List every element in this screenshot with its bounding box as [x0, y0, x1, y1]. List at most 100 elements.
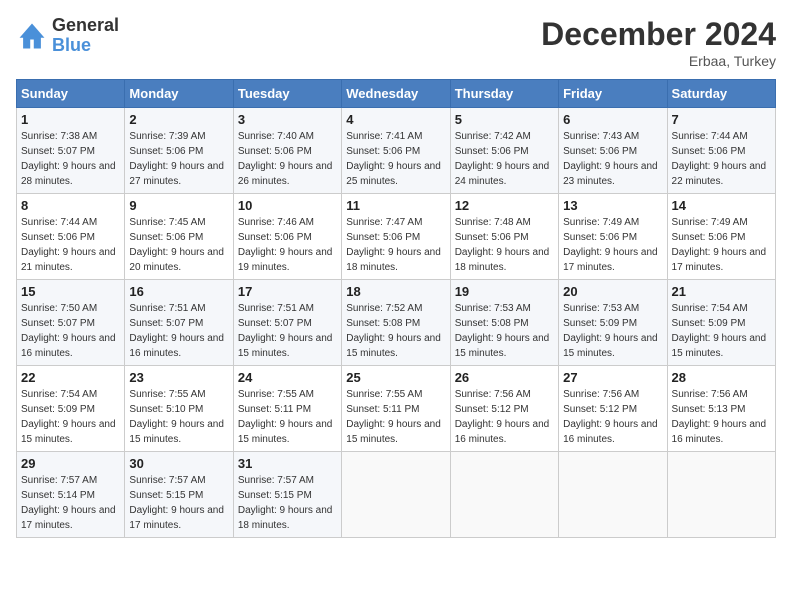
day-number: 2 — [129, 112, 228, 127]
day-number: 28 — [672, 370, 771, 385]
day-number: 10 — [238, 198, 337, 213]
day-info: Sunrise: 7:53 AMSunset: 5:08 PMDaylight:… — [455, 303, 550, 359]
day-info: Sunrise: 7:56 AMSunset: 5:12 PMDaylight:… — [455, 389, 550, 445]
logo-line2: Blue — [52, 36, 119, 56]
day-number: 22 — [21, 370, 120, 385]
day-info: Sunrise: 7:49 AMSunset: 5:06 PMDaylight:… — [672, 217, 767, 273]
calendar-week-row: 8 Sunrise: 7:44 AMSunset: 5:06 PMDayligh… — [17, 194, 776, 280]
day-number: 30 — [129, 456, 228, 471]
calendar-day-cell — [342, 452, 450, 538]
calendar-day-cell — [450, 452, 558, 538]
calendar-day-cell: 7 Sunrise: 7:44 AMSunset: 5:06 PMDayligh… — [667, 108, 775, 194]
calendar-day-cell: 3 Sunrise: 7:40 AMSunset: 5:06 PMDayligh… — [233, 108, 341, 194]
calendar-week-row: 22 Sunrise: 7:54 AMSunset: 5:09 PMDaylig… — [17, 366, 776, 452]
day-info: Sunrise: 7:54 AMSunset: 5:09 PMDaylight:… — [672, 303, 767, 359]
calendar-day-cell: 23 Sunrise: 7:55 AMSunset: 5:10 PMDaylig… — [125, 366, 233, 452]
day-number: 25 — [346, 370, 445, 385]
day-info: Sunrise: 7:38 AMSunset: 5:07 PMDaylight:… — [21, 131, 116, 187]
day-number: 26 — [455, 370, 554, 385]
day-number: 31 — [238, 456, 337, 471]
day-info: Sunrise: 7:57 AMSunset: 5:14 PMDaylight:… — [21, 475, 116, 531]
day-number: 18 — [346, 284, 445, 299]
calendar-day-cell: 5 Sunrise: 7:42 AMSunset: 5:06 PMDayligh… — [450, 108, 558, 194]
day-number: 27 — [563, 370, 662, 385]
weekday-header: Thursday — [450, 80, 558, 108]
calendar-day-cell: 15 Sunrise: 7:50 AMSunset: 5:07 PMDaylig… — [17, 280, 125, 366]
day-info: Sunrise: 7:53 AMSunset: 5:09 PMDaylight:… — [563, 303, 658, 359]
weekday-header: Friday — [559, 80, 667, 108]
calendar-day-cell: 4 Sunrise: 7:41 AMSunset: 5:06 PMDayligh… — [342, 108, 450, 194]
day-number: 11 — [346, 198, 445, 213]
weekday-header: Saturday — [667, 80, 775, 108]
location: Erbaa, Turkey — [541, 53, 776, 69]
logo-text: General Blue — [52, 16, 119, 56]
day-number: 12 — [455, 198, 554, 213]
calendar-day-cell: 27 Sunrise: 7:56 AMSunset: 5:12 PMDaylig… — [559, 366, 667, 452]
weekday-header: Tuesday — [233, 80, 341, 108]
calendar-day-cell: 14 Sunrise: 7:49 AMSunset: 5:06 PMDaylig… — [667, 194, 775, 280]
calendar-day-cell: 11 Sunrise: 7:47 AMSunset: 5:06 PMDaylig… — [342, 194, 450, 280]
weekday-header: Sunday — [17, 80, 125, 108]
day-info: Sunrise: 7:44 AMSunset: 5:06 PMDaylight:… — [21, 217, 116, 273]
logo-line1: General — [52, 16, 119, 36]
calendar-day-cell: 12 Sunrise: 7:48 AMSunset: 5:06 PMDaylig… — [450, 194, 558, 280]
day-info: Sunrise: 7:39 AMSunset: 5:06 PMDaylight:… — [129, 131, 224, 187]
day-info: Sunrise: 7:45 AMSunset: 5:06 PMDaylight:… — [129, 217, 224, 273]
calendar-day-cell: 18 Sunrise: 7:52 AMSunset: 5:08 PMDaylig… — [342, 280, 450, 366]
day-number: 21 — [672, 284, 771, 299]
title-block: December 2024 Erbaa, Turkey — [541, 16, 776, 69]
calendar-day-cell: 24 Sunrise: 7:55 AMSunset: 5:11 PMDaylig… — [233, 366, 341, 452]
day-info: Sunrise: 7:47 AMSunset: 5:06 PMDaylight:… — [346, 217, 441, 273]
day-info: Sunrise: 7:57 AMSunset: 5:15 PMDaylight:… — [129, 475, 224, 531]
page-header: General Blue December 2024 Erbaa, Turkey — [16, 16, 776, 69]
day-info: Sunrise: 7:50 AMSunset: 5:07 PMDaylight:… — [21, 303, 116, 359]
calendar-day-cell: 28 Sunrise: 7:56 AMSunset: 5:13 PMDaylig… — [667, 366, 775, 452]
day-info: Sunrise: 7:51 AMSunset: 5:07 PMDaylight:… — [238, 303, 333, 359]
day-number: 4 — [346, 112, 445, 127]
calendar-day-cell: 17 Sunrise: 7:51 AMSunset: 5:07 PMDaylig… — [233, 280, 341, 366]
day-number: 16 — [129, 284, 228, 299]
day-number: 15 — [21, 284, 120, 299]
day-info: Sunrise: 7:54 AMSunset: 5:09 PMDaylight:… — [21, 389, 116, 445]
day-info: Sunrise: 7:41 AMSunset: 5:06 PMDaylight:… — [346, 131, 441, 187]
day-info: Sunrise: 7:52 AMSunset: 5:08 PMDaylight:… — [346, 303, 441, 359]
day-info: Sunrise: 7:55 AMSunset: 5:11 PMDaylight:… — [346, 389, 441, 445]
day-info: Sunrise: 7:44 AMSunset: 5:06 PMDaylight:… — [672, 131, 767, 187]
logo: General Blue — [16, 16, 119, 56]
day-info: Sunrise: 7:56 AMSunset: 5:12 PMDaylight:… — [563, 389, 658, 445]
day-info: Sunrise: 7:40 AMSunset: 5:06 PMDaylight:… — [238, 131, 333, 187]
calendar-day-cell: 13 Sunrise: 7:49 AMSunset: 5:06 PMDaylig… — [559, 194, 667, 280]
day-number: 6 — [563, 112, 662, 127]
day-number: 20 — [563, 284, 662, 299]
calendar-day-cell: 21 Sunrise: 7:54 AMSunset: 5:09 PMDaylig… — [667, 280, 775, 366]
weekday-header-row: SundayMondayTuesdayWednesdayThursdayFrid… — [17, 80, 776, 108]
calendar-day-cell: 1 Sunrise: 7:38 AMSunset: 5:07 PMDayligh… — [17, 108, 125, 194]
day-number: 3 — [238, 112, 337, 127]
calendar-day-cell — [667, 452, 775, 538]
weekday-header: Wednesday — [342, 80, 450, 108]
day-info: Sunrise: 7:55 AMSunset: 5:11 PMDaylight:… — [238, 389, 333, 445]
calendar-week-row: 15 Sunrise: 7:50 AMSunset: 5:07 PMDaylig… — [17, 280, 776, 366]
calendar-day-cell: 31 Sunrise: 7:57 AMSunset: 5:15 PMDaylig… — [233, 452, 341, 538]
weekday-header: Monday — [125, 80, 233, 108]
day-info: Sunrise: 7:49 AMSunset: 5:06 PMDaylight:… — [563, 217, 658, 273]
calendar-table: SundayMondayTuesdayWednesdayThursdayFrid… — [16, 79, 776, 538]
calendar-day-cell: 6 Sunrise: 7:43 AMSunset: 5:06 PMDayligh… — [559, 108, 667, 194]
day-info: Sunrise: 7:55 AMSunset: 5:10 PMDaylight:… — [129, 389, 224, 445]
day-info: Sunrise: 7:46 AMSunset: 5:06 PMDaylight:… — [238, 217, 333, 273]
day-info: Sunrise: 7:56 AMSunset: 5:13 PMDaylight:… — [672, 389, 767, 445]
day-number: 24 — [238, 370, 337, 385]
calendar-day-cell: 20 Sunrise: 7:53 AMSunset: 5:09 PMDaylig… — [559, 280, 667, 366]
calendar-day-cell: 30 Sunrise: 7:57 AMSunset: 5:15 PMDaylig… — [125, 452, 233, 538]
calendar-day-cell: 2 Sunrise: 7:39 AMSunset: 5:06 PMDayligh… — [125, 108, 233, 194]
day-number: 14 — [672, 198, 771, 213]
calendar-day-cell: 22 Sunrise: 7:54 AMSunset: 5:09 PMDaylig… — [17, 366, 125, 452]
day-number: 17 — [238, 284, 337, 299]
day-number: 23 — [129, 370, 228, 385]
day-number: 13 — [563, 198, 662, 213]
calendar-week-row: 1 Sunrise: 7:38 AMSunset: 5:07 PMDayligh… — [17, 108, 776, 194]
calendar-week-row: 29 Sunrise: 7:57 AMSunset: 5:14 PMDaylig… — [17, 452, 776, 538]
calendar-day-cell — [559, 452, 667, 538]
day-number: 5 — [455, 112, 554, 127]
month-title: December 2024 — [541, 16, 776, 53]
